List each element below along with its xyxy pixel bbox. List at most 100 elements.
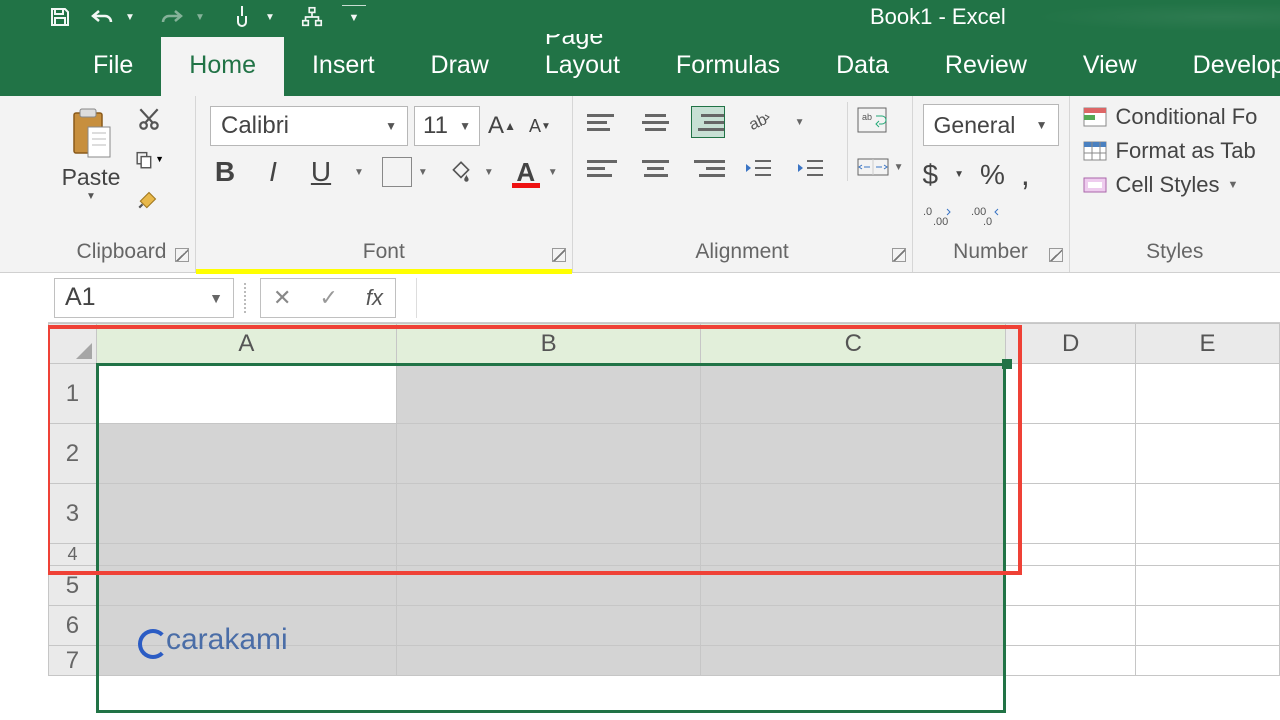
copy-icon[interactable]: ▼ — [134, 144, 164, 174]
cell-d3[interactable] — [1006, 484, 1136, 544]
cell-d6[interactable] — [1006, 606, 1136, 646]
cut-icon[interactable] — [134, 104, 164, 134]
row-header-1[interactable]: 1 — [49, 364, 97, 424]
cell-a5[interactable] — [96, 566, 396, 606]
fontcolor-dropdown-icon[interactable]: ▼ — [548, 167, 558, 178]
touch-mode-icon[interactable] — [230, 5, 254, 29]
cell-e3[interactable] — [1136, 484, 1280, 544]
row-header-2[interactable]: 2 — [49, 424, 97, 484]
fill-color-button[interactable] — [446, 156, 476, 188]
cell-c3[interactable] — [701, 484, 1006, 544]
font-name-combo[interactable]: Calibri ▼ — [210, 106, 408, 146]
row-header-5[interactable]: 5 — [49, 566, 97, 606]
number-launcher-icon[interactable] — [1049, 248, 1063, 262]
align-left-button[interactable] — [587, 152, 621, 184]
cell-e2[interactable] — [1136, 424, 1280, 484]
cell-d2[interactable] — [1006, 424, 1136, 484]
cell-c4[interactable] — [701, 544, 1006, 566]
fx-icon[interactable]: fx — [366, 285, 383, 311]
clipboard-launcher-icon[interactable] — [175, 248, 189, 262]
conditional-formatting-button[interactable]: Conditional Fo — [1082, 104, 1268, 130]
cell-styles-dropdown-icon[interactable]: ▼ — [1227, 179, 1238, 191]
row-header-4[interactable]: 4 — [49, 544, 97, 566]
font-size-combo[interactable]: 11 ▼ — [414, 106, 480, 146]
cell-d7[interactable] — [1006, 646, 1136, 676]
increase-indent-button[interactable] — [795, 152, 829, 184]
tab-home[interactable]: Home — [161, 37, 284, 96]
cell-b2[interactable] — [396, 424, 701, 484]
orientation-button[interactable]: ab — [743, 106, 777, 138]
cell-b4[interactable] — [396, 544, 701, 566]
tab-view[interactable]: View — [1055, 37, 1165, 96]
align-bottom-button[interactable] — [691, 106, 725, 138]
cell-c1[interactable] — [701, 364, 1006, 424]
fill-dropdown-icon[interactable]: ▼ — [484, 167, 494, 178]
decrease-decimal-button[interactable]: .00.0 — [971, 203, 1001, 233]
comma-button[interactable]: , — [1021, 156, 1030, 193]
tab-draw[interactable]: Draw — [403, 37, 517, 96]
percent-button[interactable]: % — [980, 159, 1005, 191]
font-color-button[interactable]: A — [512, 158, 540, 186]
align-center-button[interactable] — [639, 152, 673, 184]
decrease-indent-button[interactable] — [743, 152, 777, 184]
save-icon[interactable] — [48, 5, 72, 29]
cell-b7[interactable] — [396, 646, 701, 676]
tab-developer[interactable]: Developer — [1165, 37, 1280, 96]
cell-e7[interactable] — [1136, 646, 1280, 676]
format-painter-icon[interactable] — [134, 184, 164, 214]
paste-dropdown-icon[interactable]: ▼ — [86, 191, 96, 202]
row-header-6[interactable]: 6 — [49, 606, 97, 646]
worksheet-grid[interactable]: A B C D E 1 2 3 4 5 6 7 carakami — [48, 323, 1280, 720]
alignment-launcher-icon[interactable] — [892, 248, 906, 262]
hierarchy-icon[interactable] — [300, 5, 324, 29]
column-header-a[interactable]: A — [96, 324, 396, 364]
column-header-c[interactable]: C — [701, 324, 1006, 364]
font-launcher-icon[interactable] — [552, 248, 566, 262]
cell-styles-button[interactable]: Cell Styles ▼ — [1082, 172, 1268, 198]
cancel-icon[interactable]: ✕ — [273, 285, 291, 311]
fill-handle[interactable] — [1002, 359, 1012, 369]
number-format-combo[interactable]: General ▼ — [923, 104, 1059, 146]
cell-c6[interactable] — [701, 606, 1006, 646]
select-all-corner[interactable] — [49, 324, 97, 364]
wrap-text-button[interactable]: ab — [856, 106, 904, 141]
borders-dropdown-icon[interactable]: ▼ — [418, 167, 428, 178]
row-header-7[interactable]: 7 — [49, 646, 97, 676]
column-header-b[interactable]: B — [396, 324, 701, 364]
cell-c5[interactable] — [701, 566, 1006, 606]
cell-c7[interactable] — [701, 646, 1006, 676]
tab-file[interactable]: File — [65, 37, 161, 96]
formula-input[interactable] — [416, 278, 1280, 318]
enter-icon[interactable]: ✓ — [319, 285, 337, 311]
cell-b3[interactable] — [396, 484, 701, 544]
align-right-button[interactable] — [691, 152, 725, 184]
cell-a3[interactable] — [96, 484, 396, 544]
cell-a1[interactable] — [96, 364, 396, 424]
row-header-3[interactable]: 3 — [49, 484, 97, 544]
column-header-d[interactable]: D — [1006, 324, 1136, 364]
name-box[interactable]: A1 ▼ — [54, 278, 234, 318]
align-middle-button[interactable] — [639, 106, 673, 138]
tab-insert[interactable]: Insert — [284, 37, 403, 96]
undo-dropdown-icon[interactable]: ▼ — [118, 5, 142, 29]
undo-icon[interactable] — [90, 5, 114, 29]
align-top-button[interactable] — [587, 106, 621, 138]
qat-customize-icon[interactable]: ▼ — [342, 5, 366, 29]
cell-d1[interactable] — [1006, 364, 1136, 424]
redo-dropdown-icon[interactable]: ▼ — [188, 5, 212, 29]
merge-dropdown-icon[interactable]: ▼ — [894, 162, 904, 173]
tab-review[interactable]: Review — [917, 37, 1055, 96]
cell-c2[interactable] — [701, 424, 1006, 484]
touch-dropdown-icon[interactable]: ▼ — [258, 5, 282, 29]
italic-button[interactable]: I — [258, 156, 288, 188]
cell-a4[interactable] — [96, 544, 396, 566]
cell-d4[interactable] — [1006, 544, 1136, 566]
borders-button[interactable] — [382, 156, 412, 188]
column-header-e[interactable]: E — [1136, 324, 1280, 364]
currency-button[interactable]: $ — [923, 159, 939, 191]
merge-center-button[interactable]: ▼ — [856, 153, 904, 181]
cell-b5[interactable] — [396, 566, 701, 606]
splitter[interactable] — [244, 283, 250, 313]
tab-formulas[interactable]: Formulas — [648, 37, 808, 96]
format-as-table-button[interactable]: Format as Tab — [1082, 138, 1268, 164]
